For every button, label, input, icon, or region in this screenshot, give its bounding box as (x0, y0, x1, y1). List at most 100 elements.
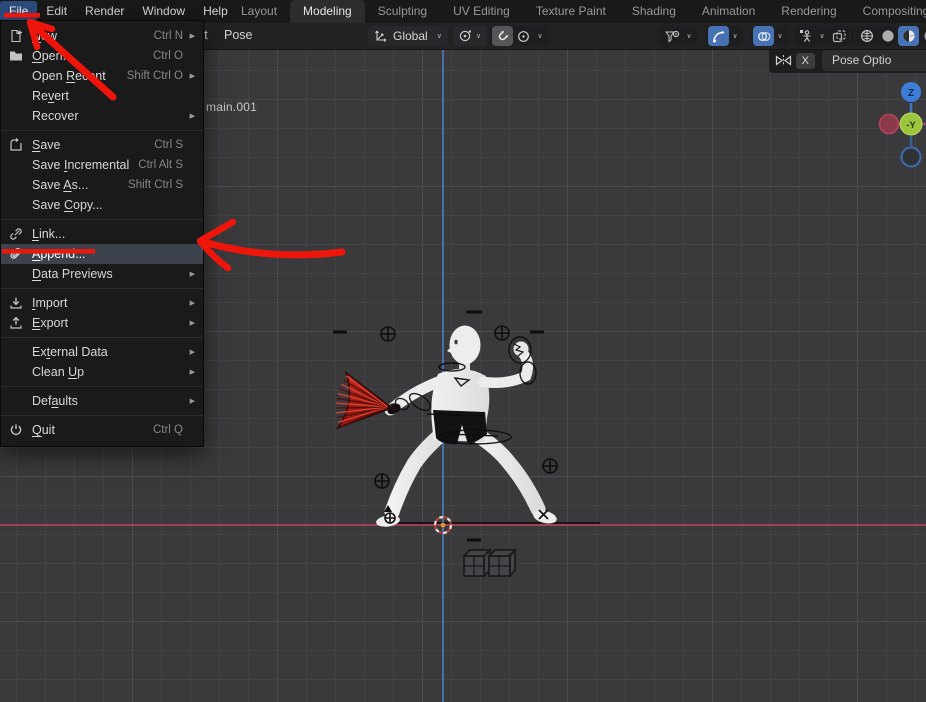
menu-item-label: Revert (32, 89, 183, 103)
menu-item-label: Save As... (32, 178, 128, 192)
export-icon (9, 316, 32, 330)
pivot-point-icon (458, 29, 472, 43)
menu-item-label: Quit (32, 423, 153, 437)
mirror-butterfly-icon (775, 54, 792, 67)
material-sphere-icon (902, 29, 916, 43)
menu-item-save-incremental[interactable]: Save IncrementalCtrl Alt S (1, 155, 203, 175)
menu-file[interactable]: File (0, 1, 37, 21)
menu-item-append[interactable]: Append... (1, 244, 203, 264)
menu-item-shortcut: Ctrl O (153, 50, 183, 62)
mannequin-figure[interactable] (330, 306, 622, 590)
menu-render[interactable]: Render (76, 1, 133, 21)
gizmo-neg-y-axis[interactable]: -Y (900, 113, 922, 135)
menu-edit[interactable]: Edit (37, 1, 76, 21)
menu-item-label: Clean Up (32, 365, 183, 379)
divider (852, 28, 853, 44)
pose-options-dropdown[interactable]: Pose Optio (822, 50, 926, 71)
solid-sphere-icon (881, 29, 895, 43)
chevron-down-icon[interactable]: ∨ (534, 32, 546, 40)
menu-item-save-copy[interactable]: Save Copy... (1, 195, 203, 215)
chevron-down-icon[interactable]: ∨ (816, 32, 828, 40)
shading-wireframe-button[interactable] (856, 26, 877, 46)
eye (454, 340, 457, 345)
menu-item-recover[interactable]: Recover▶ (1, 106, 203, 126)
snap-cluster: ∨ (490, 26, 548, 46)
submenu-arrow-icon: ▶ (185, 348, 195, 356)
pivot-point-dropdown[interactable]: ∨ (453, 26, 487, 46)
menu-item-save[interactable]: SaveCtrl S (1, 135, 203, 155)
tab-rendering[interactable]: Rendering (768, 0, 849, 23)
tab-layout[interactable]: Layout (228, 0, 290, 23)
menu-item-label: External Data (32, 345, 183, 359)
snap-toggle-button[interactable] (492, 26, 513, 46)
svg-text:Z: Z (908, 88, 914, 99)
tab-uv-editing[interactable]: UV Editing (440, 0, 523, 23)
menu-item-label: Data Previews (32, 267, 183, 281)
menu-item-open[interactable]: Open...Ctrl O (1, 46, 203, 66)
tab-texture-paint[interactable]: Texture Paint (523, 0, 619, 23)
menu-item-label: Save Incremental (32, 158, 138, 172)
menu-separator (1, 130, 203, 131)
menu-item-external-data[interactable]: External Data▶ (1, 342, 203, 362)
import-icon (9, 296, 32, 310)
transform-orientation-dropdown[interactable]: Global ∨ (368, 26, 448, 46)
menu-separator (1, 288, 203, 289)
menu-item-clean-up[interactable]: Clean Up▶ (1, 362, 203, 382)
armature-figure-icon[interactable] (795, 26, 816, 46)
show-gizmo-group: ∨ (706, 26, 743, 46)
menu-item-defaults[interactable]: Defaults▶ (1, 391, 203, 411)
gizmo-z-axis[interactable]: Z (901, 82, 921, 102)
mirror-x-toggle[interactable]: X (775, 53, 822, 69)
shading-material-button[interactable] (898, 26, 919, 46)
tab-animation[interactable]: Animation (689, 0, 768, 23)
transform-orientation-icon (374, 29, 388, 43)
file-menu: NewCtrl N▶Open...Ctrl OOpen RecentShift … (0, 20, 204, 447)
shading-solid-button[interactable] (877, 26, 898, 46)
head (450, 326, 481, 365)
show-gizmo-button[interactable] (708, 26, 729, 46)
menu-item-import[interactable]: Import▶ (1, 293, 203, 313)
shading-rendered-button[interactable] (919, 26, 926, 46)
gizmo-neg-x-axis[interactable] (880, 115, 899, 134)
menu-window[interactable]: Window (133, 1, 194, 21)
navigation-gizmo[interactable]: Z -Y (858, 76, 926, 174)
magnet-icon (496, 30, 509, 43)
menu-separator (1, 386, 203, 387)
menu-item-data-previews[interactable]: Data Previews▶ (1, 264, 203, 284)
proportional-editing-button[interactable] (513, 26, 534, 46)
menu-item-quit[interactable]: QuitCtrl Q (1, 420, 203, 440)
object-visibility-dropdown[interactable]: ∨ (660, 26, 697, 46)
menu-item-save-as[interactable]: Save As...Shift Ctrl S (1, 175, 203, 195)
power-icon (9, 423, 32, 437)
menu-item-new[interactable]: NewCtrl N▶ (1, 26, 203, 46)
menu-pose[interactable]: Pose (224, 28, 253, 42)
tab-compositing[interactable]: Compositing (850, 0, 926, 23)
paperclip-icon (9, 247, 32, 261)
red-fan (336, 373, 402, 428)
submenu-arrow-icon: ▶ (185, 112, 195, 120)
menu-item-revert[interactable]: Revert (1, 86, 203, 106)
tab-shading[interactable]: Shading (619, 0, 689, 23)
menu-separator (1, 415, 203, 416)
chevron-down-icon[interactable]: ∨ (729, 32, 741, 40)
toggle-xray-button[interactable] (828, 26, 850, 46)
folder-icon (9, 50, 32, 62)
file-new-icon (9, 29, 32, 43)
submenu-arrow-icon: ▶ (185, 368, 195, 376)
overlays-icon (757, 30, 771, 43)
menu-item-label: Open... (32, 49, 153, 63)
menu-item-export[interactable]: Export▶ (1, 313, 203, 333)
chevron-down-icon[interactable]: ∨ (774, 32, 786, 40)
menu-item-shortcut: Ctrl Q (153, 424, 183, 436)
menu-item-label: New (32, 29, 154, 43)
submenu-arrow-icon: ▶ (185, 72, 195, 80)
menu-item-label: Open Recent (32, 69, 127, 83)
tab-sculpting[interactable]: Sculpting (365, 0, 440, 23)
menu-item-link[interactable]: Link... (1, 224, 203, 244)
wireframe-boxes[interactable] (464, 550, 515, 576)
menu-item-open-recent[interactable]: Open RecentShift Ctrl O▶ (1, 66, 203, 86)
visibility-eye-icon (662, 26, 683, 46)
show-overlays-button[interactable] (753, 26, 774, 46)
tab-modeling[interactable]: Modeling (290, 0, 365, 23)
gizmo-neg-z-axis[interactable] (902, 148, 921, 167)
